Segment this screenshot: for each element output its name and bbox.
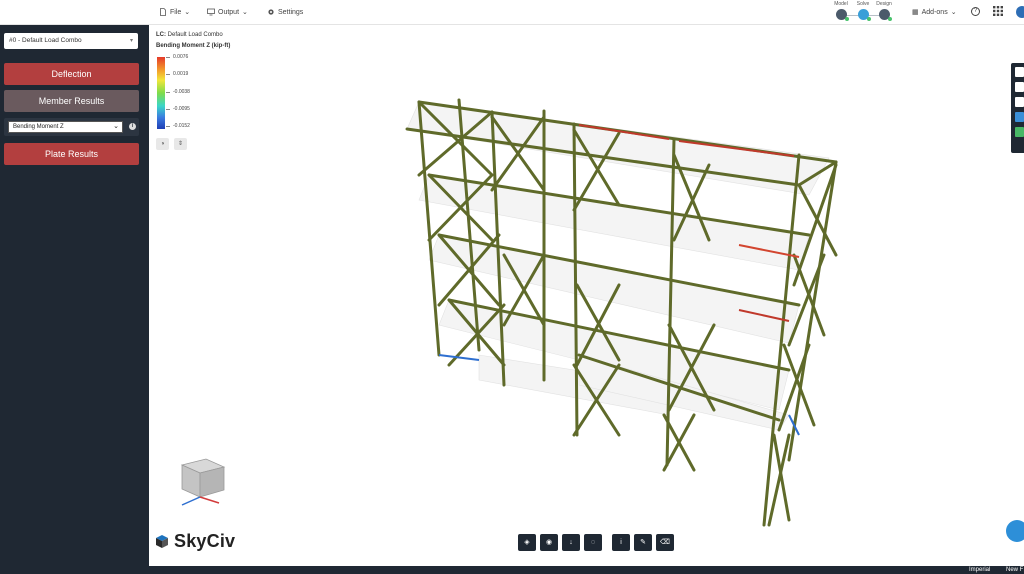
apps-button[interactable] bbox=[993, 6, 1003, 16]
load-combo-value: #0 - Default Load Combo bbox=[9, 37, 82, 44]
result-type-select[interactable]: Bending Moment Z ⌄ bbox=[8, 121, 123, 133]
eye-icon: ◉ bbox=[545, 539, 553, 546]
settings-menu[interactable]: Settings bbox=[267, 8, 303, 16]
right-tool-panel bbox=[1011, 63, 1024, 153]
file-icon bbox=[160, 8, 166, 16]
output-menu[interactable]: Output ⌄ bbox=[207, 8, 248, 16]
pencil-icon: ✎ bbox=[640, 539, 646, 546]
lightbulb-icon: ◌ bbox=[590, 539, 596, 546]
pencil-button[interactable]: ✎ bbox=[634, 534, 652, 551]
plate-results-button[interactable]: Plate Results bbox=[4, 143, 139, 165]
right-panel-item[interactable] bbox=[1015, 82, 1024, 92]
view-toolbar-left: ◈ ◉ ↓ ◌ bbox=[518, 534, 602, 551]
3d-viewport[interactable]: LC: Default Load Combo Bending Moment Z … bbox=[149, 25, 1024, 566]
info-icon: i bbox=[620, 539, 622, 546]
chevron-down-icon: ▾ bbox=[129, 38, 133, 44]
stage-solve-label: Solve bbox=[856, 1, 870, 7]
user-avatar[interactable] bbox=[1016, 6, 1024, 18]
load-combo-select[interactable]: #0 - Default Load Combo ▾ bbox=[4, 33, 138, 49]
eraser-button[interactable]: ⌫ bbox=[656, 534, 674, 551]
help-icon: ? bbox=[971, 7, 980, 16]
chat-bubble-button[interactable] bbox=[1006, 520, 1024, 542]
right-panel-item[interactable] bbox=[1015, 97, 1024, 107]
addons-label: Add-ons bbox=[921, 8, 948, 16]
stage-design-label: Design bbox=[876, 1, 892, 7]
result-type-value: Bending Moment Z bbox=[13, 124, 64, 130]
file-menu[interactable]: File ⌄ bbox=[159, 8, 190, 16]
eraser-icon: ⌫ bbox=[660, 539, 670, 546]
design-icon bbox=[878, 9, 892, 21]
download-icon: ↓ bbox=[569, 539, 573, 546]
download-button[interactable]: ↓ bbox=[562, 534, 580, 551]
output-menu-label: Output bbox=[218, 8, 240, 16]
layers-button[interactable]: ◈ bbox=[518, 534, 536, 551]
member-results-button[interactable]: Member Results bbox=[4, 90, 139, 112]
stage-model-label: Model bbox=[834, 1, 848, 7]
deflection-button[interactable]: Deflection bbox=[4, 63, 139, 85]
gear-icon bbox=[268, 9, 274, 15]
monitor-icon bbox=[207, 8, 215, 16]
skyciv-logo: SkyCiv bbox=[153, 531, 235, 552]
units-indicator[interactable]: Imperial bbox=[969, 566, 990, 574]
chevron-down-icon: ⌄ bbox=[184, 9, 191, 16]
stage-design[interactable]: Design bbox=[876, 1, 892, 21]
results-sidebar: #0 - Default Load Combo ▾ Deflection Mem… bbox=[0, 25, 149, 566]
file-menu-label: File bbox=[170, 8, 182, 16]
visibility-button[interactable]: ◉ bbox=[540, 534, 558, 551]
addons-menu[interactable]: ▦ Add-ons ⌄ bbox=[912, 8, 957, 17]
right-panel-item[interactable] bbox=[1015, 67, 1024, 77]
stage-solve[interactable]: Solve bbox=[855, 1, 871, 21]
hint-button[interactable]: ◌ bbox=[584, 534, 602, 551]
top-menu-bar: File ⌄ Output ⌄ Settings Model Solve Des… bbox=[0, 0, 1024, 25]
help-button[interactable]: ? bbox=[971, 7, 980, 16]
grid-small-icon: ▦ bbox=[912, 9, 919, 16]
layers-icon: ◈ bbox=[524, 539, 530, 546]
chevron-down-icon: ⌄ bbox=[113, 123, 119, 130]
structure-model bbox=[405, 98, 838, 527]
view-toolbar-right: i ✎ ⌫ bbox=[612, 534, 674, 551]
chevron-down-icon: ⌄ bbox=[950, 9, 957, 16]
cloud-icon bbox=[857, 9, 871, 21]
logo-text: SkyCiv bbox=[174, 531, 236, 551]
right-panel-item[interactable] bbox=[1015, 112, 1024, 122]
settings-menu-label: Settings bbox=[278, 8, 304, 16]
info-icon[interactable]: i bbox=[129, 123, 136, 130]
right-panel-item[interactable] bbox=[1015, 127, 1024, 137]
model-icon bbox=[835, 9, 849, 21]
new-indicator[interactable]: New F bbox=[1006, 566, 1023, 574]
status-bar: Imperial New F bbox=[0, 566, 1024, 574]
apps-grid-icon bbox=[993, 6, 1003, 16]
result-type-row: Bending Moment Z ⌄ i bbox=[4, 118, 139, 136]
info-button[interactable]: i bbox=[612, 534, 630, 551]
skyciv-logo-mark bbox=[156, 534, 168, 548]
stage-model[interactable]: Model bbox=[833, 1, 849, 21]
chevron-down-icon: ⌄ bbox=[242, 9, 248, 16]
view-cube[interactable] bbox=[174, 457, 234, 507]
